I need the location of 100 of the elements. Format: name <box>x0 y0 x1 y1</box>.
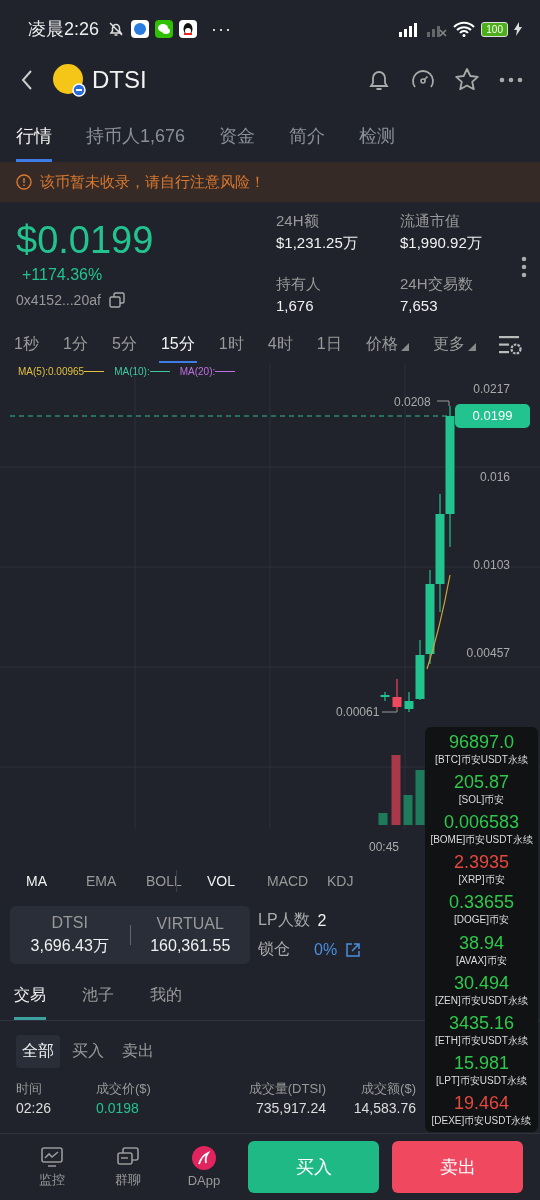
ticker-price: 0.33655 <box>448 892 515 914</box>
ticker-label: [AVAX]币安 <box>456 953 507 967</box>
time-label: 00:45 <box>369 840 400 854</box>
ticker-label: [DEXE]币安USDT永续 <box>431 1113 532 1127</box>
interval-tab[interactable]: 15分 <box>158 327 197 363</box>
interval-tab[interactable]: 1秒 <box>12 327 41 363</box>
ticker-price: 2.3935 <box>453 852 510 874</box>
indicator-tab[interactable]: KDJ <box>327 873 387 889</box>
stat-value: $1,231.25万 <box>276 234 359 253</box>
volume-bar <box>391 755 401 825</box>
more-notifications: ··· <box>211 18 233 40</box>
interval-tab[interactable]: 1分 <box>61 327 90 363</box>
column-header: 时间 <box>16 1080 43 1098</box>
ticker-label: [XRP]币安 <box>458 873 505 887</box>
ticker-price: 0.006583 <box>443 812 520 834</box>
section-tab[interactable]: 我的 <box>150 968 182 1020</box>
pool-token-symbol: DTSI <box>51 913 88 932</box>
interval-tab[interactable]: 更多 <box>430 327 478 363</box>
penguin-app-icon <box>179 20 198 38</box>
ticker-price: 30.494 <box>453 972 510 994</box>
wifi-icon <box>453 21 476 37</box>
dapp-icon <box>192 1146 216 1170</box>
chat-app-icon <box>155 20 174 38</box>
indicator-tab[interactable]: MA <box>26 873 86 889</box>
stat-value: $1,990.92万 <box>400 234 483 253</box>
back-icon[interactable] <box>20 69 34 91</box>
ticker-price: 96897.0 <box>448 732 515 754</box>
volume-bar <box>415 770 425 825</box>
battery-indicator: 100 <box>481 21 508 37</box>
star-icon[interactable] <box>454 67 480 93</box>
interval-tab[interactable]: 1时 <box>216 327 246 363</box>
nav-item[interactable]: DApp <box>166 1146 242 1188</box>
filter-chip[interactable]: 卖出 <box>116 1035 160 1068</box>
volume-bar <box>378 813 388 825</box>
ticker-price: 38.94 <box>458 932 504 954</box>
low-price-label: 0.00061 <box>336 705 380 719</box>
ticker-price: 3435.16 <box>448 1012 515 1034</box>
app-icon <box>131 20 150 38</box>
pool-token-amount: 3,696.43万 <box>30 935 109 956</box>
lp-label: LP人数 <box>258 910 310 930</box>
more-vertical-icon[interactable] <box>521 256 527 278</box>
token-title: DTSI <box>92 66 147 94</box>
price-change: +1174.36% <box>22 266 104 284</box>
pool-token-amount: 160,361.55 <box>150 937 231 955</box>
stat-value: 1,676 <box>276 297 315 314</box>
indicator-tab[interactable]: VOL <box>207 873 267 889</box>
copy-icon[interactable] <box>108 292 125 308</box>
nav-item[interactable]: 监控 <box>14 1145 90 1189</box>
axis-label: 0.0217 <box>473 382 510 396</box>
tab[interactable]: 资金 <box>219 102 256 162</box>
section-tab[interactable]: 池子 <box>82 968 114 1020</box>
tab[interactable]: 检测 <box>359 102 396 162</box>
stat-label: 24H交易数 <box>400 275 474 294</box>
ticker-label: [DOGE]币安 <box>454 913 509 927</box>
ticker-price: 205.87 <box>453 772 510 794</box>
section-tab[interactable]: 交易 <box>14 968 46 1020</box>
external-link-icon[interactable] <box>345 941 362 958</box>
interval-tab[interactable]: 5分 <box>109 327 139 363</box>
indicator-tab[interactable]: EMA <box>86 873 146 889</box>
nav-item[interactable]: 群聊 <box>90 1145 166 1189</box>
tab[interactable]: 持币人1,676 <box>86 102 186 162</box>
interval-tab[interactable]: 4时 <box>265 327 295 363</box>
charging-icon <box>514 22 522 36</box>
interval-tab[interactable]: 价格 <box>363 327 411 363</box>
token-avatar-icon <box>52 63 86 97</box>
warning-text: 该币暂未收录，请自行注意风险！ <box>40 172 265 192</box>
monitor-icon <box>40 1145 64 1168</box>
indicator-tab[interactable]: BOLL <box>146 873 206 889</box>
tab[interactable]: 简介 <box>289 102 326 162</box>
ticker-label: [LPT]币安USDT永续 <box>435 1073 528 1087</box>
chart-settings-icon[interactable] <box>497 334 522 356</box>
volume-bar <box>403 795 413 825</box>
stat-label: 流通市值 <box>400 212 461 231</box>
high-price-label: 0.0208 <box>394 395 431 409</box>
filter-chip[interactable]: 买入 <box>66 1035 110 1068</box>
table-cell-text: 0.0198 <box>96 1100 140 1116</box>
lock-label: 锁仓 <box>258 939 290 959</box>
stat-value: 7,653 <box>400 297 439 314</box>
stat-label: 24H额 <box>276 212 320 231</box>
ticker-label: [SOL]币安 <box>458 793 505 807</box>
table-cell-text: 02:26 <box>16 1100 53 1116</box>
table-cell-text: 14,583.76 <box>352 1100 416 1116</box>
contract-address: 0x4152...20af <box>16 292 101 308</box>
leader-line <box>436 400 450 407</box>
ma-legend: MA(20): <box>179 366 236 377</box>
table-cell-text: 735,917.24 <box>254 1100 326 1116</box>
indicator-tab[interactable]: MACD <box>267 873 327 889</box>
lp-count: 2 <box>317 911 327 930</box>
candlestick <box>380 691 390 702</box>
interval-tab[interactable]: 1日 <box>314 327 344 363</box>
column-header: 成交价($) <box>96 1080 152 1098</box>
sell-button[interactable]: 卖出 <box>392 1141 523 1193</box>
axis-label: 0.016 <box>479 470 510 484</box>
pool-token-symbol: VIRTUAL <box>156 915 224 933</box>
ticker-label: [ETH]币安USDT永续 <box>435 1033 528 1047</box>
last-price-tag: 0.0199 <box>455 404 530 428</box>
ticker-label: [BTC]币安USDT永续 <box>435 753 528 767</box>
axis-label: 0.00457 <box>466 646 510 660</box>
status-time: 凌晨2:26 <box>28 18 100 41</box>
filter-chip[interactable]: 全部 <box>16 1035 60 1068</box>
